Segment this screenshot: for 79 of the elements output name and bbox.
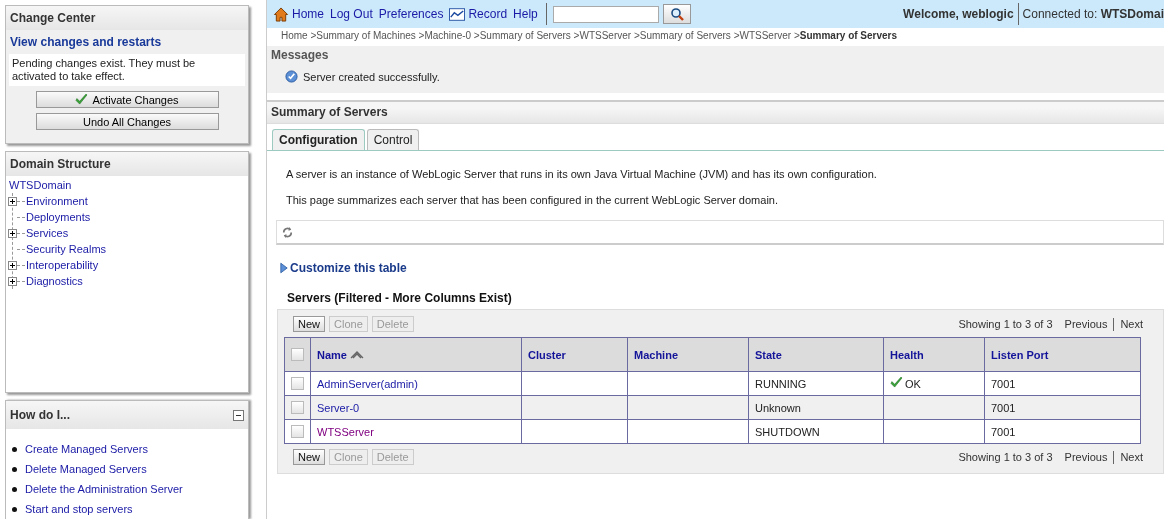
column-header[interactable]: Listen Port [984, 337, 1141, 372]
search-icon [669, 7, 684, 21]
previous-link[interactable]: Previous [1064, 451, 1108, 463]
column-header[interactable]: Machine [627, 337, 749, 372]
connection-text: Connected to: WTSDomai [1022, 7, 1164, 21]
customize-link[interactable]: Customize this table [290, 261, 407, 275]
bullet-icon [12, 486, 17, 492]
task-link[interactable]: Create Managed Servers [25, 443, 148, 455]
task-link[interactable]: Start and stop servers [25, 503, 133, 515]
chart-icon [449, 6, 466, 22]
next-link[interactable]: Next [1120, 318, 1143, 330]
expand-arrow-icon[interactable] [280, 262, 288, 274]
success-message: Server created successfully. [303, 70, 440, 83]
panel-title: Change Center [6, 6, 248, 30]
row-checkbox[interactable] [291, 425, 304, 439]
tree-item[interactable]: WTSDomain [6, 176, 248, 192]
paging-text: Showing 1 to 3 of 3 [958, 451, 1053, 463]
tree-item[interactable]: Services [26, 227, 69, 240]
column-header[interactable]: Name [310, 337, 522, 372]
expand-icon[interactable] [8, 196, 17, 206]
bullet-icon [12, 506, 17, 512]
activate-button[interactable]: Activate Changes [35, 91, 219, 108]
messages-title: Messages [270, 47, 330, 64]
welcome-text: Welcome, weblogic [903, 7, 1014, 21]
undo-button[interactable]: Undo All Changes [35, 113, 219, 130]
panel-title: Summary of Servers [267, 102, 1164, 124]
success-icon [285, 70, 298, 83]
table-button[interactable]: New [293, 449, 325, 465]
toolbar-link[interactable]: Home [273, 6, 324, 22]
paging-text: Showing 1 to 3 of 3 [958, 318, 1053, 330]
task-link[interactable]: Delete Managed Servers [25, 463, 147, 475]
toolbar-link[interactable]: Log Out [330, 7, 373, 21]
table-cell: Unknown [748, 395, 884, 420]
row-checkbox[interactable] [291, 401, 304, 415]
table-cell: 7001 [984, 395, 1141, 420]
check-icon [75, 94, 89, 105]
table-cell: SHUTDOWN [748, 419, 884, 444]
expand-icon[interactable] [8, 228, 17, 238]
next-link[interactable]: Next [1120, 451, 1143, 463]
panel-title: How do I... [10, 408, 70, 422]
tree-item[interactable]: Environment [26, 195, 88, 208]
table-title: Servers (Filtered - More Columns Exist) [286, 290, 513, 307]
tab[interactable]: Control [366, 129, 420, 150]
expand-icon[interactable] [8, 260, 17, 270]
panel-title: Domain Structure [6, 152, 248, 177]
expand-icon[interactable] [8, 276, 17, 286]
toolbar-link[interactable]: Preferences [378, 7, 444, 21]
bullet-icon [12, 466, 17, 472]
table-cell: 7001 [984, 371, 1141, 396]
table-cell: RUNNING [748, 371, 884, 396]
tree-item[interactable]: Security Realms [26, 243, 107, 256]
column-header[interactable]: Health [883, 337, 985, 372]
server-link[interactable]: Server-0 [317, 401, 360, 414]
tree-item[interactable]: Interoperability [26, 259, 99, 272]
search-field[interactable] [552, 5, 659, 23]
view-changes-link[interactable]: View changes and restarts [6, 30, 248, 54]
table-button[interactable]: New [293, 316, 325, 332]
toolbar-link[interactable]: Help [513, 7, 538, 21]
server-link[interactable]: AdminServer(admin) [317, 377, 418, 390]
row-checkbox[interactable] [291, 377, 304, 391]
refresh-icon[interactable] [281, 225, 294, 239]
collapse-icon[interactable] [233, 409, 244, 421]
tab[interactable]: Configuration [272, 129, 365, 150]
table-cell: 7001 [984, 419, 1141, 444]
server-link[interactable]: WTSServer [317, 425, 374, 438]
breadcrumb[interactable]: Home >Summary of Machines >Machine-0 >Summary of Servers >WTSServer >Summary of Servers >WTSServer >Summary of Servers [267, 28, 1164, 44]
column-header[interactable]: Cluster [521, 337, 628, 372]
task-link[interactable]: Delete the Administration Server [25, 483, 183, 495]
select-all-checkbox[interactable] [291, 348, 304, 362]
pending-message: Pending changes exist. They must be activated to take effect. [9, 54, 245, 86]
previous-link[interactable]: Previous [1064, 318, 1108, 330]
column-header[interactable]: State [748, 337, 884, 372]
bullet-icon [12, 446, 17, 452]
search-button[interactable] [662, 4, 691, 24]
toolbar-link[interactable]: Record [449, 6, 508, 22]
house-icon [273, 6, 289, 22]
tree-item[interactable]: Diagnostics [26, 275, 83, 288]
table-cell: OK [883, 371, 985, 396]
tree-item[interactable]: Deployments [26, 211, 91, 224]
